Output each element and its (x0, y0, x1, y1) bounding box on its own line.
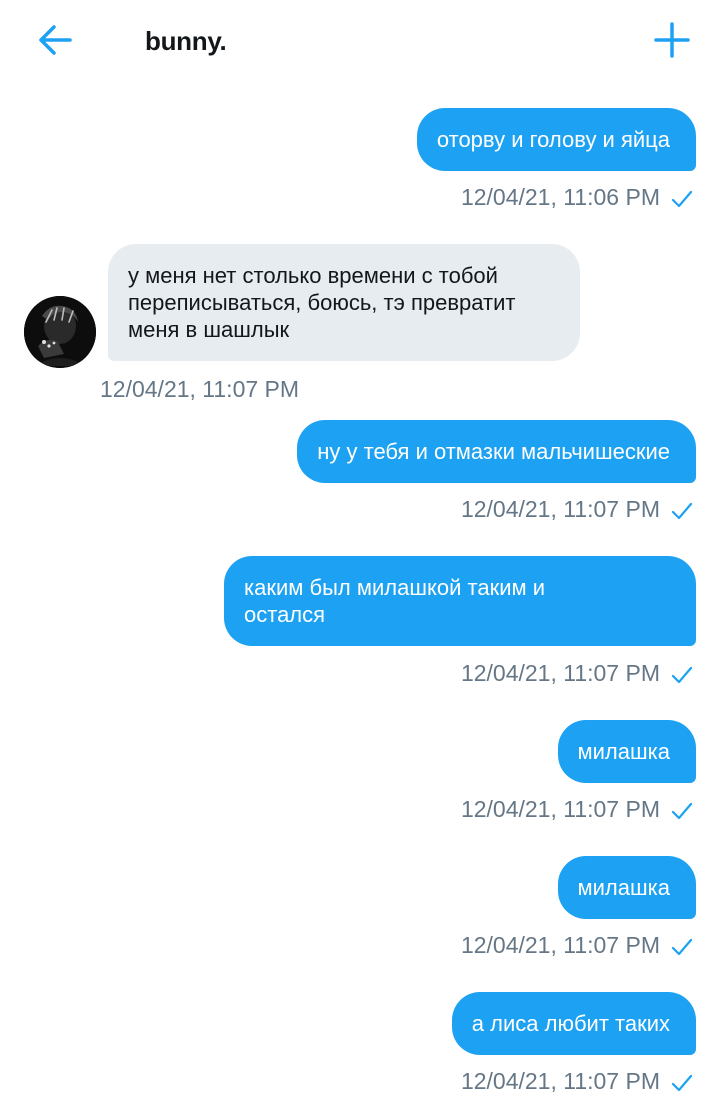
message-timestamp: 12/04/21, 11:07 PM (460, 660, 660, 686)
outgoing-message-bubble[interactable]: каким был милашкой таким и остался (224, 556, 696, 646)
outgoing-message-bubble[interactable]: ну у тебя и отмазки мальчишеские (297, 420, 696, 483)
outgoing-message-bubble[interactable]: милашка (557, 720, 696, 783)
message-timestamp: 12/04/21, 11:07 PM (460, 796, 660, 822)
incoming-message-bubble[interactable]: у меня нет столько времени с тобой переп… (108, 244, 580, 361)
checkmark-icon (671, 190, 693, 208)
outgoing-message-bubble[interactable]: оторву и голову и яйца (416, 108, 696, 171)
message-thread: оторву и голову и яйца 12/04/21, 11:06 P… (0, 0, 720, 1096)
avatar-image (24, 296, 96, 368)
checkmark-icon (671, 1074, 693, 1092)
message-timestamp: 12/04/21, 11:07 PM (460, 932, 660, 958)
message-timestamp: 12/04/21, 11:07 PM (460, 1068, 660, 1094)
outgoing-message-bubble[interactable]: а лиса любит таких (451, 992, 696, 1055)
checkmark-icon (671, 666, 693, 684)
avatar[interactable] (24, 296, 96, 368)
message-timestamp: 12/04/21, 11:07 PM (460, 496, 660, 522)
checkmark-icon (671, 938, 693, 956)
message-timestamp: 12/04/21, 11:06 PM (460, 184, 660, 210)
outgoing-message-bubble[interactable]: милашка (557, 856, 696, 919)
checkmark-icon (671, 502, 693, 520)
checkmark-icon (671, 802, 693, 820)
message-timestamp: 12/04/21, 11:07 PM (100, 376, 300, 402)
